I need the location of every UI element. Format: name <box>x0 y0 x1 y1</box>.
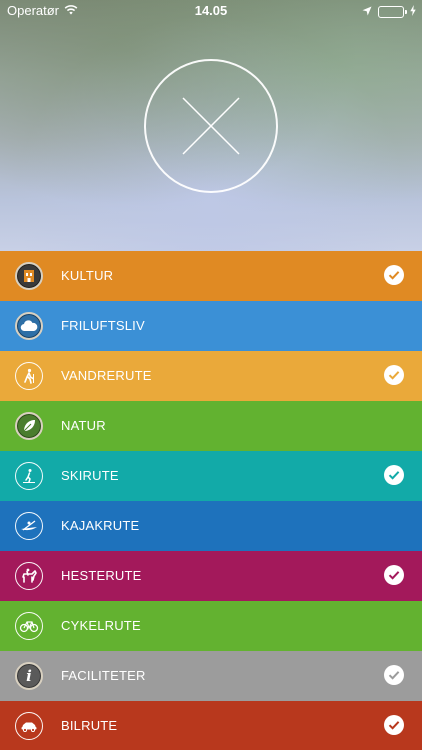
category-label: KAJAKRUTE <box>61 518 140 533</box>
leaf-icon <box>15 412 43 440</box>
category-label: HESTERUTE <box>61 568 142 583</box>
horse-icon <box>15 562 43 590</box>
hiker-icon <box>15 362 43 390</box>
status-bar: Operatør 14.05 <box>0 0 422 22</box>
category-row-vandrerute[interactable]: VANDRERUTE <box>0 351 422 401</box>
location-arrow-icon <box>362 4 372 19</box>
car-icon <box>15 712 43 740</box>
category-row-kajakrute[interactable]: KAJAKRUTE <box>0 501 422 551</box>
category-row-kultur[interactable]: KULTUR <box>0 251 422 301</box>
checkmark-icon <box>384 465 404 485</box>
skier-icon <box>15 462 43 490</box>
category-label: SKIRUTE <box>61 468 119 483</box>
category-label: VANDRERUTE <box>61 368 152 383</box>
category-label: BILRUTE <box>61 718 118 733</box>
bicycle-icon <box>15 612 43 640</box>
category-list: KULTUR FRILUFTSLIV VANDRERUTE NATUR SKIR… <box>0 251 422 750</box>
culture-icon <box>15 262 43 290</box>
checkmark-icon <box>384 365 404 385</box>
category-label: FRILUFTSLIV <box>61 318 145 333</box>
checkmark-icon <box>384 665 404 685</box>
header-background: Operatør 14.05 <box>0 0 422 251</box>
checkmark-icon <box>384 565 404 585</box>
battery-icon <box>378 5 407 18</box>
category-row-cykelrute[interactable]: CYKELRUTE <box>0 601 422 651</box>
checkmark-icon <box>384 715 404 735</box>
category-row-natur[interactable]: NATUR <box>0 401 422 451</box>
category-row-skirute[interactable]: SKIRUTE <box>0 451 422 501</box>
checkmark-icon <box>384 265 404 285</box>
close-button[interactable] <box>144 59 278 193</box>
status-time: 14.05 <box>194 3 228 18</box>
status-right <box>362 4 416 19</box>
category-row-bilrute[interactable]: BILRUTE <box>0 701 422 750</box>
category-row-faciliteter[interactable]: i FACILITETER <box>0 651 422 701</box>
kayak-icon <box>15 512 43 540</box>
category-label: NATUR <box>61 418 106 433</box>
category-row-friluftsliv[interactable]: FRILUFTSLIV <box>0 301 422 351</box>
category-label: KULTUR <box>61 268 114 283</box>
info-icon: i <box>15 662 43 690</box>
cloud-icon <box>15 312 43 340</box>
charging-bolt-icon <box>410 4 416 19</box>
category-row-hesterute[interactable]: HESTERUTE <box>0 551 422 601</box>
category-label: FACILITETER <box>61 668 146 683</box>
category-label: CYKELRUTE <box>61 618 141 633</box>
